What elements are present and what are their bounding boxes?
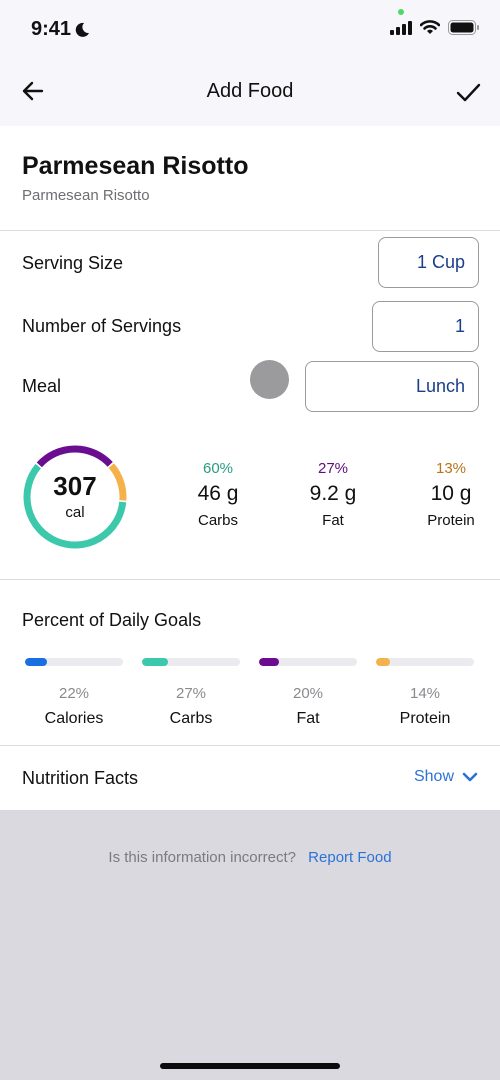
status-icons: [390, 20, 480, 35]
chevron-down-icon: [462, 772, 478, 782]
ring-arc-fat: [36, 445, 113, 468]
goal-percent: 27%: [175, 685, 207, 702]
goal-progress-fill: [259, 658, 279, 666]
divider: [0, 745, 500, 746]
divider: [0, 579, 500, 580]
serving-size-value: 1 Cup: [416, 252, 465, 272]
nutrition-facts-label: Nutrition Facts: [22, 768, 139, 788]
save-button[interactable]: [454, 78, 482, 106]
macro-protein: 13% 10 g Protein: [401, 460, 500, 529]
macro-percent: 27%: [317, 460, 349, 477]
checkmark-icon: [456, 83, 481, 102]
goal-progress-fill: [25, 658, 47, 666]
goal-carbs: 27% Carbs: [142, 658, 240, 728]
goal-name: Carbs: [169, 710, 213, 727]
goal-name: Protein: [399, 710, 451, 727]
macro-carbs: 60% 46 g Carbs: [168, 460, 268, 529]
macro-percent: 13%: [435, 460, 467, 477]
goal-percent: 22%: [58, 685, 90, 702]
goal-progress-track: [376, 658, 474, 666]
report-row: Is this information incorrect? Report Fo…: [0, 849, 500, 866]
nutrition-facts-toggle[interactable]: Show: [414, 768, 478, 786]
macro-percent: 60%: [202, 460, 234, 477]
servings-value: 1: [454, 316, 465, 336]
goal-progress-track: [25, 658, 123, 666]
macro-name: Protein: [427, 512, 475, 529]
macro-amount: 9.2 g: [309, 482, 357, 505]
food-name: Parmesean Risotto: [22, 152, 249, 180]
wifi-icon: [420, 20, 440, 34]
goal-progress-fill: [142, 658, 169, 666]
goal-fat: 20% Fat: [259, 658, 357, 728]
goal-calories: 22% Calories: [25, 658, 123, 728]
serving-size-field[interactable]: 1 Cup: [378, 237, 479, 288]
home-indicator[interactable]: [160, 1063, 340, 1069]
food-subtitle: Parmesean Risotto: [22, 187, 150, 204]
calories-unit: cal: [65, 504, 85, 521]
show-label: Show: [413, 768, 454, 785]
report-food-link[interactable]: Report Food: [308, 849, 391, 866]
goal-name: Fat: [296, 710, 320, 727]
macro-amount: 10 g: [430, 482, 472, 505]
clock-text: 9:41: [31, 18, 72, 40]
goal-percent: 20%: [292, 685, 324, 702]
moon-icon: [75, 22, 90, 37]
goal-name: Calories: [44, 710, 104, 727]
macro-name: Carbs: [197, 512, 238, 529]
report-question: Is this information incorrect?: [108, 849, 296, 866]
macro-amount: 46 g: [197, 482, 239, 505]
food-details: Parmesean Risotto Parmesean Risotto Serv…: [0, 126, 500, 810]
status-time: 9:41: [31, 18, 90, 41]
battery-icon: [448, 20, 479, 35]
goal-percent: 14%: [409, 685, 441, 702]
page-title: Add Food: [206, 80, 294, 102]
signal-icon: [390, 20, 412, 35]
goal-progress-track: [259, 658, 357, 666]
goal-progress-fill: [376, 658, 390, 666]
meal-value: Lunch: [415, 376, 465, 396]
servings-field[interactable]: 1: [372, 301, 479, 352]
macro-fat: 27% 9.2 g Fat: [283, 460, 383, 529]
servings-label: Number of Servings: [22, 316, 182, 336]
meal-field[interactable]: Lunch: [305, 361, 479, 412]
goal-protein: 14% Protein: [376, 658, 474, 728]
macro-name: Fat: [322, 512, 344, 529]
serving-size-label: Serving Size: [22, 253, 124, 273]
privacy-indicator-dot: [398, 9, 404, 15]
calories-value: 307: [53, 471, 97, 501]
goal-progress-track: [142, 658, 240, 666]
meal-label: Meal: [22, 376, 62, 396]
divider: [0, 230, 500, 231]
touch-indicator: [250, 360, 289, 399]
daily-goals-title: Percent of Daily Goals: [22, 610, 202, 630]
top-bar: 9:41 Add Food: [0, 0, 500, 126]
